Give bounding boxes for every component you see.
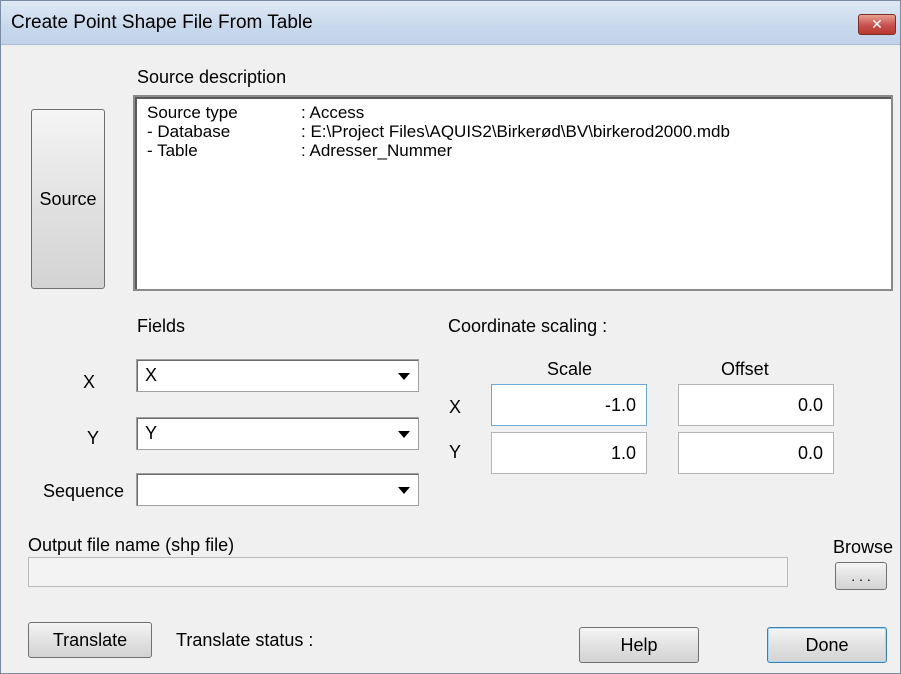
chevron-down-icon — [398, 487, 410, 494]
field-sequence-select[interactable] — [136, 473, 419, 506]
browse-button[interactable]: . . . — [835, 562, 887, 590]
chevron-down-icon — [398, 431, 410, 438]
output-file-input[interactable] — [28, 557, 788, 587]
translate-status-label: Translate status : — [176, 630, 314, 650]
scaling-x-label: X — [449, 397, 462, 417]
close-icon: ✕ — [871, 16, 883, 33]
database-key: - Database — [147, 122, 231, 141]
field-x-label: X — [83, 372, 96, 392]
field-y-value: Y — [145, 423, 158, 443]
translate-button[interactable]: Translate — [28, 622, 152, 658]
done-button[interactable]: Done — [767, 627, 887, 663]
offset-header: Offset — [721, 359, 769, 379]
table-value: : Adresser_Nummer — [301, 141, 453, 160]
field-sequence-label: Sequence — [43, 481, 125, 501]
output-file-label: Output file name (shp file) — [28, 535, 235, 555]
y-offset-input[interactable]: 0.0 — [678, 432, 834, 474]
source-description-label: Source description — [137, 67, 287, 87]
window-title: Create Point Shape File From Table — [11, 12, 313, 33]
source-description-box[interactable]: Source type : Access - Database : E:\Pro… — [133, 95, 893, 291]
browse-label: Browse — [833, 537, 894, 557]
scaling-y-label: Y — [449, 442, 462, 462]
fields-label: Fields — [137, 316, 186, 336]
scale-header: Scale — [547, 359, 593, 379]
help-button[interactable]: Help — [579, 627, 699, 663]
help-button-label: Help — [620, 634, 658, 655]
close-button[interactable]: ✕ — [858, 14, 896, 35]
source-type-key: Source type — [147, 103, 238, 122]
source-type-value: : Access — [301, 103, 365, 122]
field-y-label: Y — [87, 428, 100, 448]
coordinate-scaling-label: Coordinate scaling : — [448, 316, 608, 336]
y-scale-input[interactable]: 1.0 — [491, 432, 647, 474]
database-value: : E:\Project Files\AQUIS2\Birkerød\BV\bi… — [301, 122, 730, 141]
title-bar[interactable]: Create Point Shape File From Table ✕ — [1, 1, 900, 45]
field-y-select[interactable]: Y — [136, 417, 419, 450]
field-x-value: X — [145, 365, 158, 385]
x-offset-input[interactable]: 0.0 — [678, 384, 834, 426]
source-button[interactable]: Source — [31, 109, 105, 289]
field-x-select[interactable]: X — [136, 359, 419, 392]
source-button-label: Source — [39, 188, 97, 209]
browse-button-dots: . . . — [851, 568, 871, 584]
translate-button-label: Translate — [52, 629, 128, 650]
x-scale-input[interactable]: -1.0 — [491, 384, 647, 426]
chevron-down-icon — [398, 373, 410, 380]
dialog-window: Create Point Shape File From Table ✕ Sou… — [0, 0, 901, 674]
done-button-label: Done — [805, 634, 849, 655]
table-key: - Table — [147, 141, 198, 160]
